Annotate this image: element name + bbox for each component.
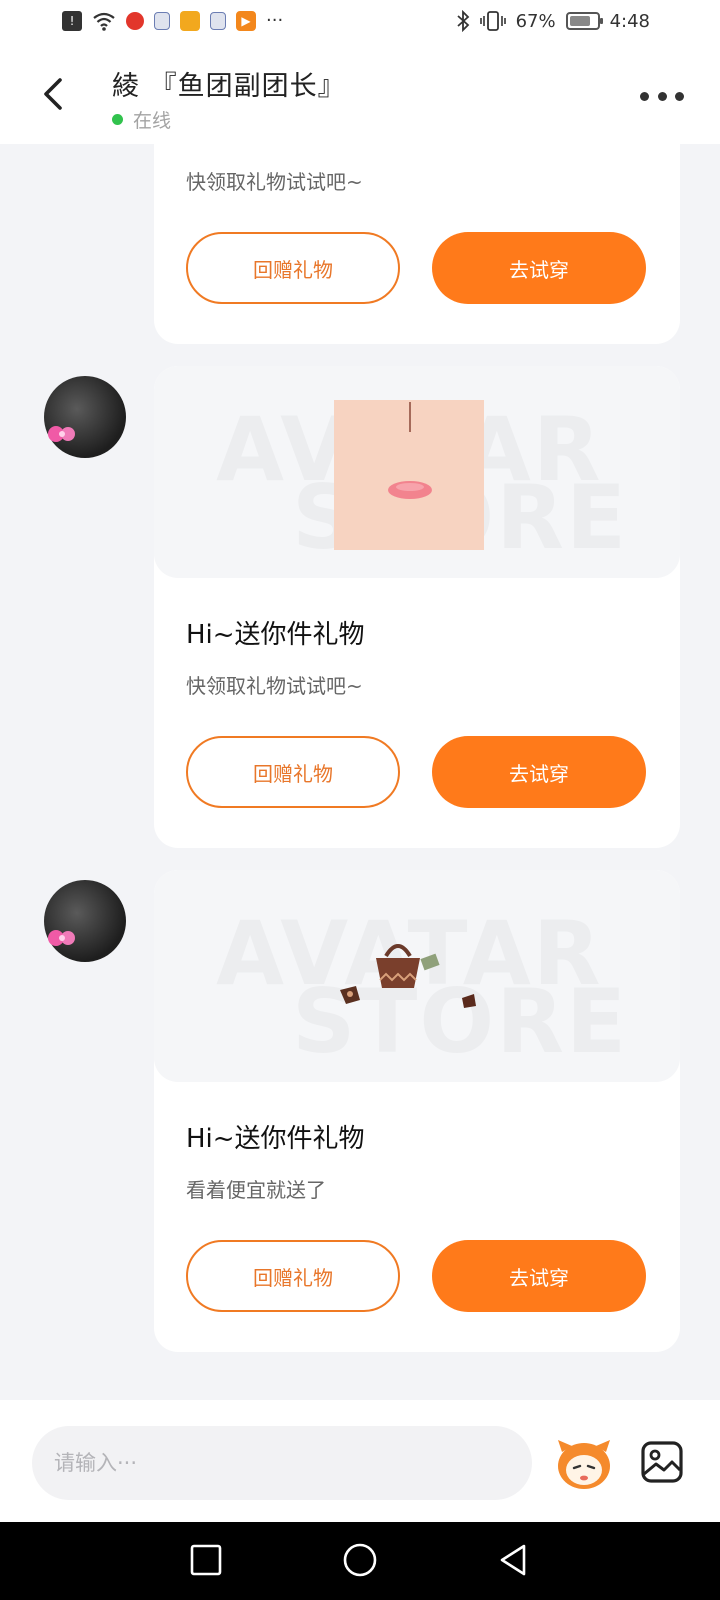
gift-preview[interactable]: AVATAR STORE [154,870,680,1082]
app-notification-icon [210,11,226,30]
try-on-button[interactable]: 去试穿 [432,736,646,808]
return-gift-button[interactable]: 回赠礼物 [186,1240,400,1312]
home-icon[interactable] [340,1540,380,1580]
alert-icon: ! [62,10,82,31]
return-gift-button[interactable]: 回赠礼物 [186,736,400,808]
more-options-icon[interactable] [640,88,684,104]
more-notifications: ··· [266,10,284,31]
online-dot-icon [112,114,123,125]
gift-preview[interactable]: AVATAR STORE [154,366,680,578]
recent-apps-icon[interactable] [186,1540,226,1580]
back-arrow-icon[interactable] [36,70,70,118]
bluetooth-icon [456,10,469,32]
system-navigation-bar [0,1522,720,1600]
battery-percent: 67% [515,10,556,32]
status-icons-right: 67% 4:48 [456,10,650,32]
pink-bow-icon [48,426,75,442]
gift-message-card: AVATAR STORE Hi~送你件礼物 快领取礼物试试吧~ 回赠礼物 去试穿 [154,366,680,848]
gift-message-card: AVATAR STORE Hi~送你件礼物 看着便宜就送了 回赠礼物 去试穿 [154,870,680,1352]
online-status: 在线 [112,106,171,133]
emoji-sticker-icon[interactable] [554,1436,614,1492]
message-input[interactable] [32,1426,532,1500]
app-notification-icon [154,11,170,30]
brown-handbag-icon [340,944,476,1008]
face-makeup-icon [334,400,484,550]
image-picker-icon[interactable] [640,1440,684,1484]
try-on-button[interactable]: 去试穿 [432,1240,646,1312]
gift-message-title: Hi~送你件礼物 [186,1124,365,1154]
gift-message-subtitle: 看着便宜就送了 [186,1178,326,1202]
clock: 4:48 [609,10,650,32]
online-status-label: 在线 [133,110,172,132]
wifi-icon [93,12,115,31]
gift-message-subtitle: 快领取礼物试试吧~ [186,674,363,698]
avatar[interactable] [44,880,126,962]
return-gift-button[interactable]: 回赠礼物 [186,232,400,304]
play-app-icon: ▶ [236,10,256,31]
app-notification-icon [180,10,200,31]
message-input-bar [0,1400,720,1522]
pink-bow-icon [48,930,75,946]
battery-icon [565,12,603,30]
chat-header: 綾 『鱼团副团长』 在线 [0,48,720,144]
vibrate-icon [479,11,506,31]
contact-name: 綾 『鱼团副团长』 [112,71,346,102]
back-nav-icon[interactable] [494,1540,534,1580]
app-notification-icon [126,11,144,30]
gift-message-subtitle: 快领取礼物试试吧~ [186,170,363,194]
try-on-button[interactable]: 去试穿 [432,232,646,304]
gift-message-card: 快领取礼物试试吧~ 回赠礼物 去试穿 [154,144,680,344]
avatar[interactable] [44,376,126,458]
status-icons-left: ! ▶ ··· [62,10,283,31]
chat-messages[interactable]: 快领取礼物试试吧~ 回赠礼物 去试穿 AVATAR STORE Hi~送你件礼物… [0,144,720,1400]
gift-message-title: Hi~送你件礼物 [186,620,365,650]
status-bar: ! ▶ ··· 67% 4:48 [0,0,720,48]
